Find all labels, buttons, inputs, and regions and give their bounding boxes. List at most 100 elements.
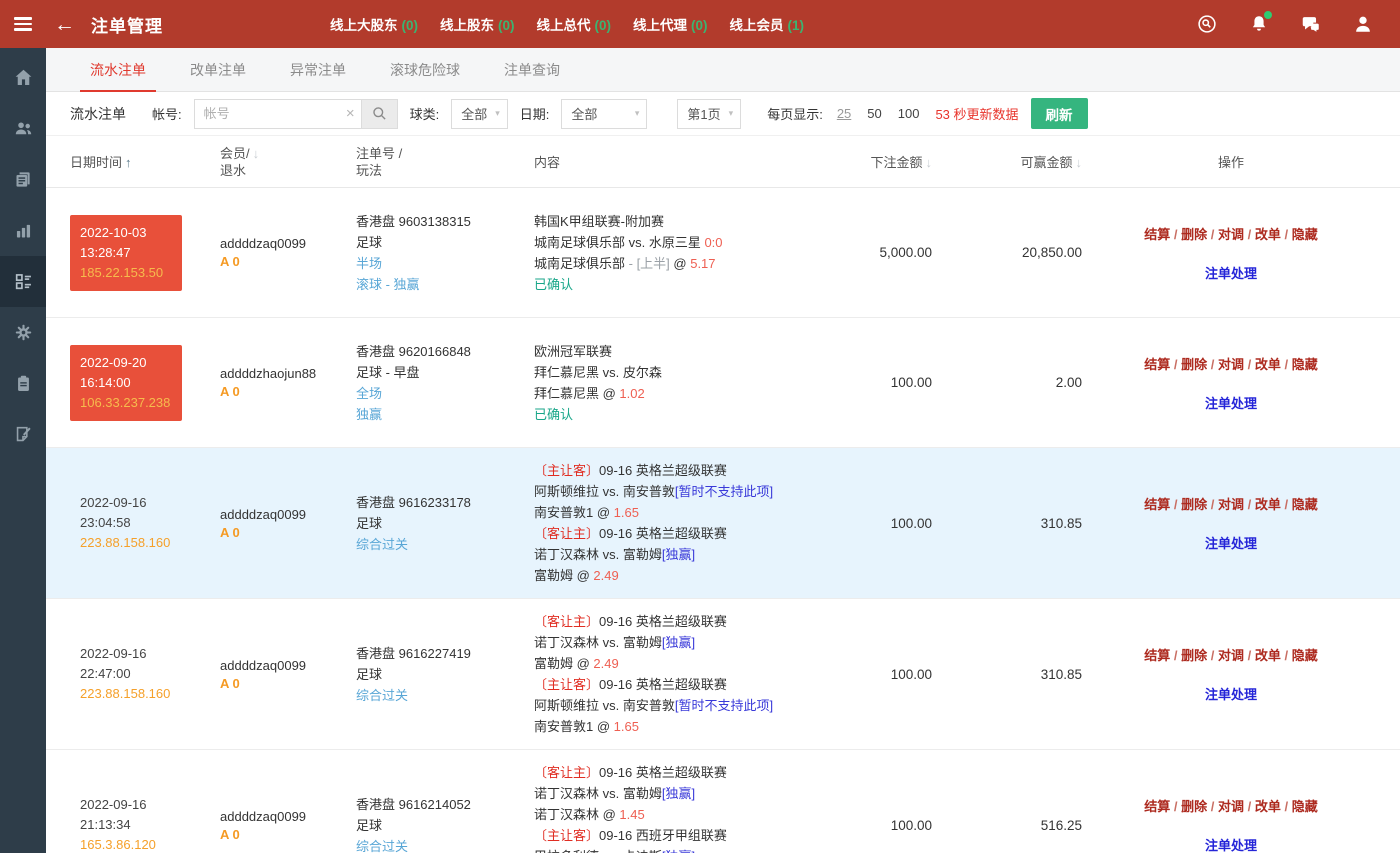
per-page-25[interactable]: 25	[837, 106, 851, 121]
tab-abnormal-orders[interactable]: 异常注单	[268, 48, 368, 91]
order-row: 2022-09-16 23:04:58 223.88.158.160 adddd…	[46, 448, 1400, 599]
sort-down-icon: ↓	[253, 146, 260, 161]
user-icon[interactable]	[1352, 13, 1374, 35]
content-line: 南安普敦1 @ 1.65	[534, 502, 784, 523]
delete-action[interactable]: 删除	[1181, 357, 1207, 372]
sidebar-note-edit-icon[interactable]	[0, 409, 46, 460]
search-icon[interactable]	[1196, 13, 1218, 35]
nav-online-major-shareholder[interactable]: 线上大股东(0)	[330, 14, 418, 34]
col-header-datetime[interactable]: 日期时间↑	[70, 152, 220, 171]
sidebar-gear-icon[interactable]	[0, 307, 46, 358]
nav-online-general-agent[interactable]: 线上总代(0)	[537, 14, 612, 34]
delete-action[interactable]: 删除	[1181, 799, 1207, 814]
sidebar-home-icon[interactable]	[0, 52, 46, 103]
tab-rolling-danger-ball[interactable]: 滚球危险球	[368, 48, 482, 91]
per-page-100[interactable]: 100	[898, 106, 920, 121]
tab-order-query[interactable]: 注单查询	[482, 48, 582, 91]
play-type-link[interactable]: 综合过关	[356, 534, 534, 555]
sidebar-clipboard-icon[interactable]	[0, 358, 46, 409]
bet-content-cell: 〔主让客〕09-16 英格兰超级联赛阿斯顿维拉 vs. 南安普敦[暂时不支持此项…	[534, 460, 784, 586]
date-cell-box: 2022-10-03 13:28:47 185.22.153.50	[70, 215, 182, 291]
swap-action[interactable]: 对调	[1218, 648, 1244, 663]
tab-flowing-orders[interactable]: 流水注单	[68, 48, 168, 91]
sidebar-users-icon[interactable]	[0, 103, 46, 154]
col-header-stake[interactable]: 下注金额↓	[784, 152, 936, 171]
play-type-link[interactable]: 半场	[356, 253, 534, 274]
possible-win-amount: 2.00	[936, 375, 1086, 390]
orders-table: 日期时间↑ 会员/↓退水 注单号 /玩法 内容 下注金额↓ 可赢金额↓ 操作 2…	[46, 136, 1400, 853]
settle-action[interactable]: 结算	[1144, 648, 1170, 663]
swap-action[interactable]: 对调	[1218, 497, 1244, 512]
tab-modified-orders[interactable]: 改单注单	[168, 48, 268, 91]
page-select[interactable]: 第1页▾	[677, 99, 741, 129]
settle-action[interactable]: 结算	[1144, 497, 1170, 512]
action-links: 结算 / 删除 / 对调 / 改单 / 隐藏	[1086, 354, 1376, 373]
nav-online-agent[interactable]: 线上代理(0)	[633, 14, 708, 34]
action-separator: /	[1281, 357, 1292, 372]
back-arrow-icon[interactable]: ←	[54, 14, 75, 35]
settle-action[interactable]: 结算	[1144, 357, 1170, 372]
col-header-bet-number: 注单号 /玩法	[356, 145, 534, 179]
search-button[interactable]	[362, 99, 398, 129]
process-order-link[interactable]: 注单处理	[1205, 263, 1257, 282]
per-page-50[interactable]: 50	[867, 106, 881, 121]
hide-action[interactable]: 隐藏	[1292, 648, 1318, 663]
nav-online-shareholder[interactable]: 线上股东(0)	[440, 14, 515, 34]
sidebar-documents-icon[interactable]	[0, 154, 46, 205]
delete-action[interactable]: 删除	[1181, 497, 1207, 512]
chat-icon[interactable]	[1300, 13, 1322, 35]
swap-action[interactable]: 对调	[1218, 357, 1244, 372]
hide-action[interactable]: 隐藏	[1292, 799, 1318, 814]
process-order-link[interactable]: 注单处理	[1205, 393, 1257, 412]
content-line: 诺丁汉森林 vs. 富勒姆[独赢]	[534, 632, 784, 653]
play-type-link[interactable]: 滚球 - 独赢	[356, 274, 534, 295]
sidebar-bar-chart-icon[interactable]	[0, 205, 46, 256]
settle-action[interactable]: 结算	[1144, 227, 1170, 242]
modify-action[interactable]: 改单	[1255, 497, 1281, 512]
per-page-options: 25 50 100	[837, 106, 920, 121]
process-order-link[interactable]: 注单处理	[1205, 533, 1257, 552]
nav-online-member[interactable]: 线上会员(1)	[730, 14, 805, 34]
bell-icon[interactable]	[1248, 13, 1270, 35]
date-cell-box: 2022-09-16 23:04:58 223.88.158.160	[70, 485, 182, 561]
possible-win-amount: 516.25	[936, 818, 1086, 833]
content-line: 〔主让客〕09-16 英格兰超级联赛	[534, 674, 784, 695]
delete-action[interactable]: 删除	[1181, 648, 1207, 663]
sidebar-order-list-icon[interactable]	[0, 256, 46, 307]
hide-action[interactable]: 隐藏	[1292, 227, 1318, 242]
modify-action[interactable]: 改单	[1255, 227, 1281, 242]
modify-action[interactable]: 改单	[1255, 799, 1281, 814]
member-name: addddzaq0099	[220, 809, 356, 824]
hide-action[interactable]: 隐藏	[1292, 497, 1318, 512]
modify-action[interactable]: 改单	[1255, 648, 1281, 663]
account-input[interactable]	[194, 99, 362, 129]
process-order-link[interactable]: 注单处理	[1205, 835, 1257, 853]
tab-bar: 流水注单 改单注单 异常注单 滚球危险球 注单查询	[46, 48, 1400, 92]
settle-action[interactable]: 结算	[1144, 799, 1170, 814]
delete-action[interactable]: 删除	[1181, 227, 1207, 242]
clear-input-icon[interactable]: ×	[346, 105, 355, 123]
play-type-link[interactable]: 独赢	[356, 404, 534, 425]
swap-action[interactable]: 对调	[1218, 799, 1244, 814]
play-type-link[interactable]: 综合过关	[356, 836, 534, 853]
hamburger-menu-icon[interactable]	[0, 14, 46, 34]
action-separator: /	[1207, 357, 1218, 372]
modify-action[interactable]: 改单	[1255, 357, 1281, 372]
play-type-link[interactable]: 全场	[356, 383, 534, 404]
content-line: 诺丁汉森林 vs. 富勒姆[独赢]	[534, 544, 784, 565]
swap-action[interactable]: 对调	[1218, 227, 1244, 242]
member-name: addddzaq0099	[220, 658, 356, 673]
refresh-button[interactable]: 刷新	[1031, 98, 1088, 129]
action-links: 结算 / 删除 / 对调 / 改单 / 隐藏	[1086, 494, 1376, 513]
action-separator: /	[1281, 227, 1292, 242]
bet-info-cell: 香港盘 9616214052足球综合过关	[356, 794, 534, 853]
play-type-link[interactable]: 综合过关	[356, 685, 534, 706]
hide-action[interactable]: 隐藏	[1292, 357, 1318, 372]
col-header-possible-win[interactable]: 可赢金额↓	[936, 152, 1086, 171]
ball-type-select[interactable]: 全部▾	[451, 99, 508, 129]
action-separator: /	[1244, 357, 1255, 372]
date-select[interactable]: 全部▾	[561, 99, 647, 129]
content-line: 拜仁慕尼黑 vs. 皮尔森	[534, 362, 784, 383]
process-order-link[interactable]: 注单处理	[1205, 684, 1257, 703]
col-header-member[interactable]: 会员/↓退水	[220, 145, 356, 179]
